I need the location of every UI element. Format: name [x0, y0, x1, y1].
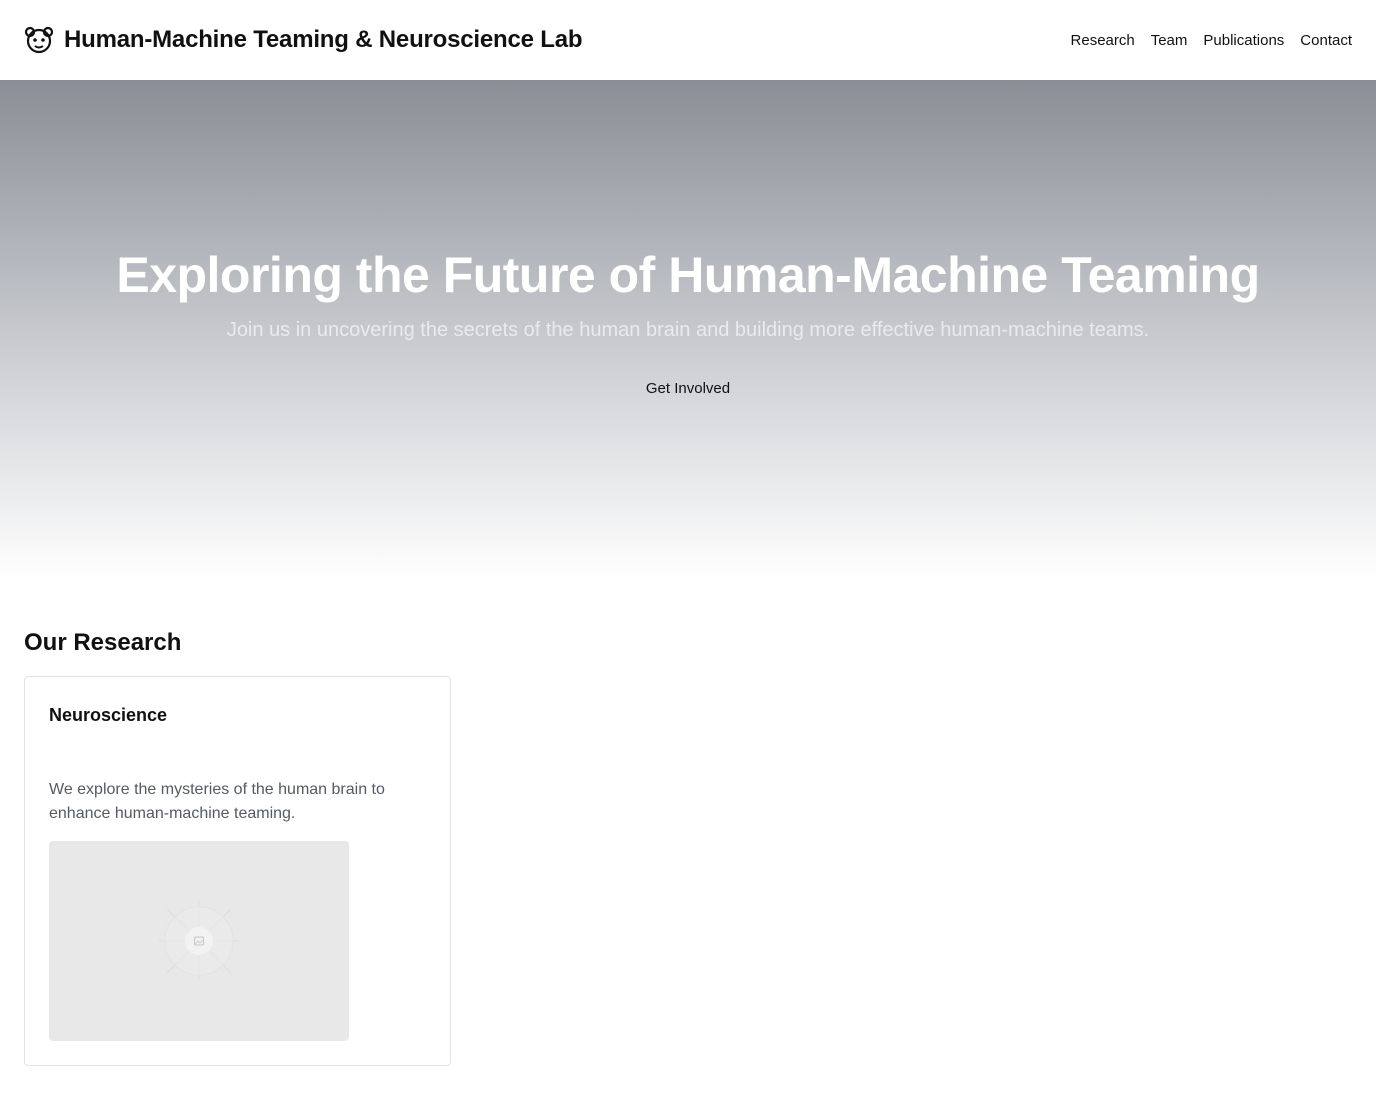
hero-title: Exploring the Future of Human-Machine Te…: [116, 247, 1260, 303]
main-nav: Research Team Publications Contact: [1071, 32, 1352, 49]
card-image-placeholder: [49, 841, 349, 1041]
nav-link-team[interactable]: Team: [1151, 32, 1188, 49]
brain-face-icon: [24, 25, 54, 55]
top-navbar: Human-Machine Teaming & Neuroscience Lab…: [0, 0, 1376, 80]
nav-link-contact[interactable]: Contact: [1300, 32, 1352, 49]
hero-subtitle: Join us in uncovering the secrets of the…: [226, 319, 1150, 341]
hero-section: Exploring the Future of Human-Machine Te…: [0, 80, 1376, 580]
brand[interactable]: Human-Machine Teaming & Neuroscience Lab: [24, 25, 583, 55]
site-title: Human-Machine Teaming & Neuroscience Lab: [64, 26, 583, 53]
image-placeholder-icon: [159, 901, 239, 981]
research-card-neuroscience: Neuroscience We explore the mysteries of…: [24, 676, 451, 1066]
nav-link-publications[interactable]: Publications: [1203, 32, 1284, 49]
research-section-title: Our Research: [24, 629, 182, 656]
get-involved-button[interactable]: Get Involved: [640, 378, 736, 399]
nav-link-research[interactable]: Research: [1071, 32, 1135, 49]
card-description: We explore the mysteries of the human br…: [49, 781, 385, 822]
card-title: Neuroscience: [49, 705, 168, 725]
